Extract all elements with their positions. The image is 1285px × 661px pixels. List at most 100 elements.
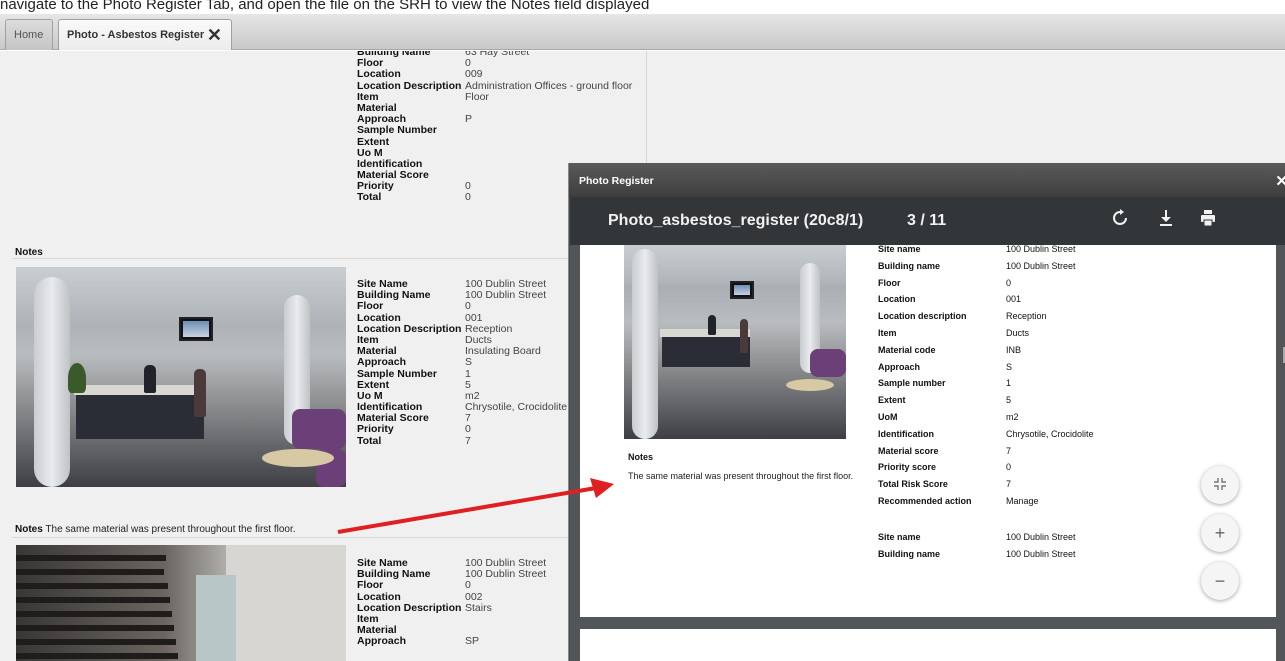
field-row: Item Ducts xyxy=(878,328,1094,345)
photo-register-dialog: Photo Register ✕ Photo_asbestos_register… xyxy=(568,163,1285,661)
field-row: Floor 0 xyxy=(357,301,567,312)
field-row: Site name 100 Dublin Street xyxy=(878,244,1094,261)
dialog-title: Photo Register ✕ xyxy=(569,163,1285,197)
close-icon[interactable]: ✕ xyxy=(207,25,222,46)
field-row: UoM m2 xyxy=(878,412,1094,429)
field-value: 0 xyxy=(1006,277,1012,288)
zoom-out-button[interactable]: − xyxy=(1201,562,1239,600)
field-row: Material code INB xyxy=(878,345,1094,362)
field-value: 100 Dublin Street xyxy=(1006,244,1076,254)
notes-value: The same material was present throughout… xyxy=(45,524,296,535)
field-value: Chrysotile, Crocidolite xyxy=(465,401,568,414)
notes-label: Notes xyxy=(15,247,43,258)
field-row: Location Description Administration Offic… xyxy=(357,79,633,92)
field-row: Priority 0 xyxy=(357,424,567,435)
field-value: Administration Offices - ground floor xyxy=(465,79,633,92)
field-label: Priority score xyxy=(878,462,937,473)
field-value: 1 xyxy=(1006,378,1012,389)
field-label: Recommended action xyxy=(878,495,972,506)
field-label: Building name xyxy=(878,548,941,559)
field-row: Material score 7 xyxy=(878,446,1094,463)
field-label: UoM xyxy=(878,411,898,422)
field-value: 7 xyxy=(1006,445,1012,456)
field-row: Floor 0 xyxy=(878,278,1094,295)
field-value: Stairs xyxy=(465,601,492,614)
field-value: INB xyxy=(1006,344,1022,355)
field-value: 7 xyxy=(465,434,471,447)
field-row: Approach SP xyxy=(357,636,546,647)
viewer-toolbar: Photo_asbestos_register (20c8/1) 3 / 11 xyxy=(570,197,1285,245)
download-icon[interactable] xyxy=(1154,209,1178,233)
field-label: Approach xyxy=(357,635,407,648)
zoom-in-button[interactable]: + xyxy=(1201,514,1239,552)
field-label: Site name xyxy=(878,244,921,254)
field-row: Building Name 100 Dublin Street xyxy=(357,568,546,580)
field-label: Material code xyxy=(878,344,936,355)
field-value: 0 xyxy=(465,191,471,204)
document-page: Notes The same material was present thro… xyxy=(580,244,1276,617)
document-record-fields: Site name 100 Dublin Street Building name 1… xyxy=(878,532,1076,566)
field-value: 0 xyxy=(465,423,471,436)
field-row: Sample number 1 xyxy=(878,378,1094,395)
rotate-icon[interactable] xyxy=(1108,209,1132,233)
field-row: Site name 100 Dublin Street xyxy=(878,532,1076,549)
field-value: 001 xyxy=(1006,294,1022,305)
field-label: Identification xyxy=(878,428,934,439)
field-row: Extent 5 xyxy=(878,395,1094,412)
tab-home[interactable]: Home xyxy=(5,19,53,50)
field-label: Extent xyxy=(878,395,906,406)
field-label: Sample Number xyxy=(357,124,437,137)
field-value: Insulating Board xyxy=(465,345,541,358)
field-value: 5 xyxy=(1006,395,1012,406)
field-label: Floor xyxy=(357,300,384,313)
field-row: Priority score 0 xyxy=(878,462,1094,479)
notes-value: The same material was present throughout… xyxy=(628,471,854,481)
field-value: Manage xyxy=(1006,495,1039,506)
column-divider xyxy=(646,51,647,163)
tab-photo-asbestos-register[interactable]: Photo - Asbestos Register ✕ xyxy=(58,19,232,50)
field-label: Location description xyxy=(878,311,967,322)
notes-label: Notes xyxy=(15,524,43,535)
dialog-title-text: Photo Register xyxy=(579,175,654,187)
field-value: 0 xyxy=(465,300,471,313)
field-row: Location description Reception xyxy=(878,311,1094,328)
field-value: Chrysotile, Crocidolite xyxy=(1006,428,1094,439)
field-label: Total Risk Score xyxy=(878,479,948,490)
document-record-fields: Site name 100 Dublin Street Building name 1… xyxy=(878,244,1094,513)
field-label: Priority xyxy=(357,423,394,436)
field-value: SP xyxy=(465,635,480,648)
field-row: Location 001 xyxy=(878,294,1094,311)
field-row: Building Name 100 Dublin Street xyxy=(357,289,567,301)
divider xyxy=(12,537,568,538)
stairs-photo xyxy=(16,545,346,661)
fit-page-button[interactable] xyxy=(1201,466,1239,504)
field-value: Ducts xyxy=(1006,327,1030,338)
field-value: 7 xyxy=(1006,479,1012,490)
field-label: Material score xyxy=(878,445,939,456)
field-label: Floor xyxy=(357,579,384,592)
field-value: m2 xyxy=(1006,411,1019,422)
field-row: Location Description Reception xyxy=(357,323,567,335)
field-value: 100 Dublin Street xyxy=(1006,260,1076,271)
field-row: Approach S xyxy=(878,362,1094,379)
field-row: Extent xyxy=(357,135,632,148)
field-label: Total xyxy=(357,434,382,447)
pdf-viewer: Photo_asbestos_register (20c8/1) 3 / 11 xyxy=(570,197,1285,661)
field-label: Sample Number xyxy=(357,367,437,380)
print-icon[interactable] xyxy=(1196,209,1220,233)
close-icon[interactable]: ✕ xyxy=(1275,172,1285,190)
field-label: Extent xyxy=(357,135,390,148)
field-label: Floor xyxy=(878,277,901,288)
field-label: Site name xyxy=(878,532,921,542)
field-label: Location xyxy=(878,294,916,305)
field-row: Recommended action Manage xyxy=(878,496,1094,513)
field-label: Location xyxy=(357,68,401,81)
divider xyxy=(12,258,568,259)
field-value: 0 xyxy=(465,579,471,592)
field-label: Item xyxy=(878,327,897,338)
field-value: Floor xyxy=(465,90,489,103)
field-value: Reception xyxy=(1006,311,1047,322)
field-value: P xyxy=(465,113,473,126)
field-value: 63 Hay Street xyxy=(465,51,530,58)
field-label: Approach xyxy=(878,361,921,372)
